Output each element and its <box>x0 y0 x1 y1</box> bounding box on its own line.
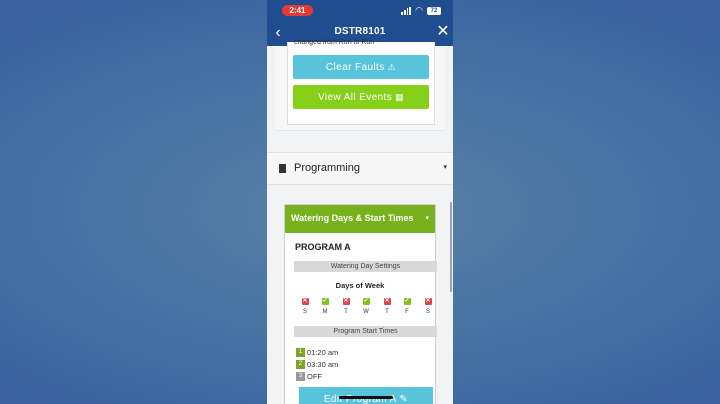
programming-label: Programming <box>294 162 361 174</box>
watering-section-header[interactable]: Watering Days & Start Times ▾ <box>285 205 435 233</box>
day-letter: W <box>363 309 369 315</box>
start-time-row: 3 OFF <box>296 371 322 381</box>
day-on-icon: ✓ <box>403 298 411 305</box>
scrollbar[interactable] <box>450 202 452 292</box>
status-time: 2:41 <box>282 5 313 16</box>
view-all-events-button[interactable]: View All Events ▦ <box>293 85 429 109</box>
day-letter: S <box>425 309 430 315</box>
days-of-week-label: Days of Week <box>335 281 385 290</box>
fault-message: changed from Run to Run <box>294 39 375 46</box>
day-toggle[interactable]: ✓ M <box>320 298 330 315</box>
start-number-badge: 1 <box>296 347 305 357</box>
day-off-icon: ✕ <box>301 298 309 305</box>
program-start-times-label: Program Start Times <box>294 326 437 337</box>
day-letter: T <box>385 309 389 315</box>
faults-panel: changed from Run to Run Clear Faults ⚠ Vi… <box>275 39 445 131</box>
day-toggle[interactable]: ✕ T <box>382 298 392 315</box>
program-name: PROGRAM A <box>295 242 351 252</box>
faults-card: changed from Run to Run Clear Faults ⚠ Vi… <box>287 39 435 125</box>
start-time-row: 1 01:20 am <box>296 347 338 357</box>
programming-section-header[interactable]: Programming ▾ <box>267 152 453 185</box>
close-icon[interactable]: ✕ <box>435 22 451 42</box>
day-letter: F <box>405 309 409 315</box>
back-icon[interactable]: ‹ <box>271 23 285 43</box>
scroll-content[interactable]: changed from Run to Run Clear Faults ⚠ Vi… <box>267 39 453 404</box>
chevron-down-icon: ▾ <box>425 215 429 222</box>
start-time-row: 2 03:30 am <box>296 359 338 369</box>
day-letter: S <box>302 309 307 315</box>
start-time-value: OFF <box>307 371 322 381</box>
status-bar: 2:41 ◠ 72 <box>267 0 453 20</box>
day-toggle[interactable]: ✕ T <box>341 298 351 315</box>
status-icons: ◠ 72 <box>401 5 441 16</box>
day-off-icon: ✕ <box>424 298 432 305</box>
chevron-down-icon: ▾ <box>443 164 447 171</box>
page-title: DSTR8101 <box>334 26 386 37</box>
home-indicator[interactable] <box>339 396 393 399</box>
calendar-icon <box>279 164 286 173</box>
wifi-icon: ◠ <box>415 5 423 15</box>
start-time-value: 03:30 am <box>307 359 339 369</box>
day-letter: T <box>344 309 348 315</box>
watering-header-label: Watering Days & Start Times <box>291 213 414 223</box>
day-off-icon: ✕ <box>383 298 391 305</box>
day-off-icon: ✕ <box>342 298 350 305</box>
start-number-badge: 2 <box>296 359 305 369</box>
warning-icon: ⚠ <box>387 62 397 72</box>
day-toggle[interactable]: ✕ S <box>300 298 310 315</box>
calendar-grid-icon: ▦ <box>395 92 405 102</box>
watering-day-settings-label: Watering Day Settings <box>294 261 437 272</box>
edit-icon: ✎ <box>399 394 409 404</box>
cellular-signal-icon <box>401 6 412 15</box>
phone-screen: 2:41 ◠ 72 ‹ DSTR8101 ✕ changed from Run … <box>267 0 453 404</box>
day-on-icon: ✓ <box>321 298 329 305</box>
start-number-badge: 3 <box>296 371 305 381</box>
day-toggle[interactable]: ✓ F <box>402 298 412 315</box>
day-letter: M <box>322 309 328 315</box>
clear-faults-button[interactable]: Clear Faults ⚠ <box>293 55 429 79</box>
view-all-events-label: View All Events <box>317 92 393 103</box>
watering-card: Watering Days & Start Times ▾ PROGRAM A … <box>284 204 437 404</box>
day-toggle[interactable]: ✓ W <box>361 298 371 315</box>
battery-icon: 72 <box>427 6 441 15</box>
day-toggle[interactable]: ✕ S <box>423 298 433 315</box>
day-on-icon: ✓ <box>362 298 370 305</box>
clear-faults-label: Clear Faults <box>325 62 385 73</box>
start-time-value: 01:20 am <box>307 347 339 357</box>
